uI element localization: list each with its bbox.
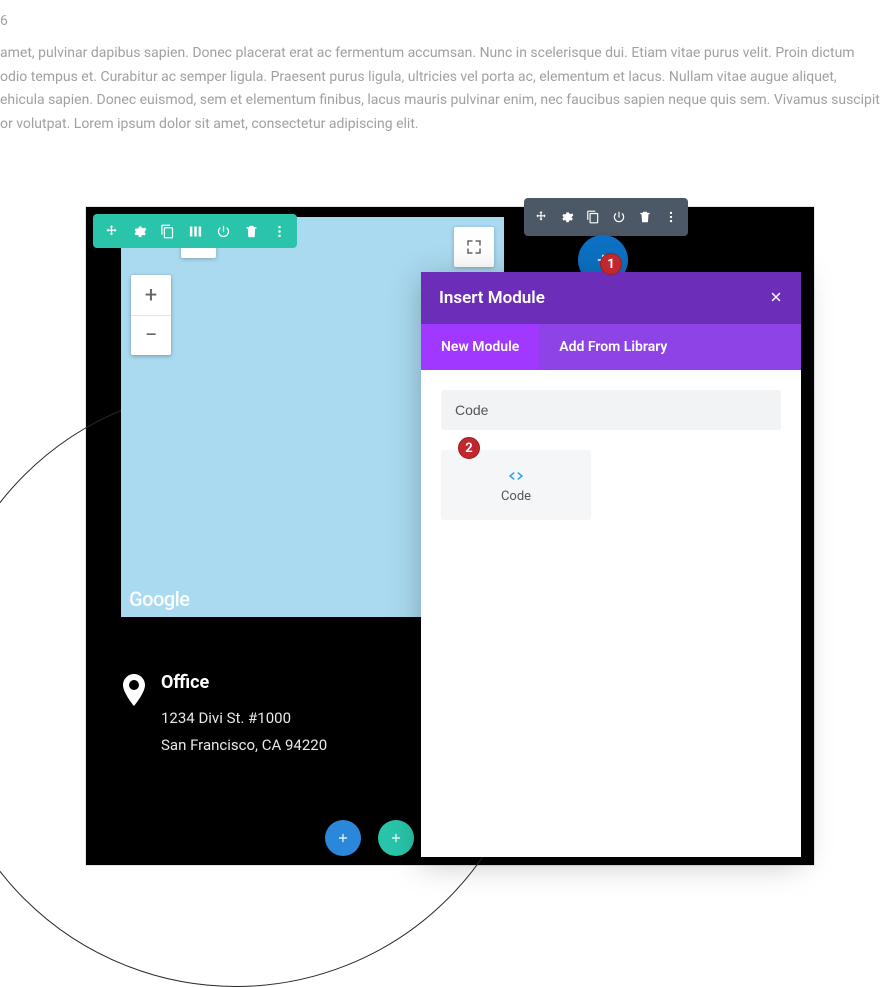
office-address-1: 1234 Divi St. #1000 (161, 705, 327, 732)
zoom-out-button[interactable]: − (131, 315, 171, 355)
map-zoom-controls: + − (131, 275, 171, 355)
gear-icon[interactable] (125, 214, 153, 248)
annotation-badge-2: 2 (458, 437, 480, 459)
office-text: Office 1234 Divi St. #1000 San Francisco… (161, 672, 327, 759)
page-top-text: 6 amet, pulvinar dapibus sapien. Donec p… (0, 0, 880, 137)
module-toolbar-dark (524, 198, 688, 236)
module-option-code[interactable]: Code (441, 450, 591, 520)
move-icon[interactable] (97, 214, 125, 248)
modal-title: Insert Module (439, 288, 545, 308)
more-icon[interactable] (265, 214, 293, 248)
code-icon (507, 467, 525, 485)
plus-icon (389, 831, 403, 845)
trash-icon[interactable] (632, 198, 658, 236)
plus-icon (336, 831, 350, 845)
gear-icon[interactable] (554, 198, 580, 236)
close-icon (769, 290, 783, 304)
google-logo: Google (129, 587, 189, 611)
page-paragraph: amet, pulvinar dapibus sapien. Donec pla… (0, 45, 880, 132)
power-icon[interactable] (606, 198, 632, 236)
zoom-in-button[interactable]: + (131, 275, 171, 315)
fullscreen-icon (465, 238, 483, 256)
more-icon[interactable] (658, 198, 684, 236)
location-pin-icon (121, 674, 147, 759)
page-number: 6 (0, 10, 880, 34)
module-option-label: Code (501, 489, 531, 504)
office-block: Office 1234 Divi St. #1000 San Francisco… (121, 672, 327, 759)
module-search-input[interactable] (441, 390, 781, 430)
modal-tabs: New Module Add From Library (421, 324, 801, 370)
columns-icon[interactable] (181, 214, 209, 248)
tab-add-from-library[interactable]: Add From Library (539, 324, 687, 370)
office-title: Office (161, 672, 327, 693)
add-row-button[interactable] (378, 820, 414, 856)
modal-header: Insert Module (421, 272, 801, 324)
duplicate-icon[interactable] (153, 214, 181, 248)
move-icon[interactable] (528, 198, 554, 236)
insert-module-modal: Insert Module New Module Add From Librar… (421, 272, 801, 857)
duplicate-icon[interactable] (580, 198, 606, 236)
trash-icon[interactable] (237, 214, 265, 248)
add-section-button[interactable] (325, 820, 361, 856)
annotation-badge-1: 1 (600, 253, 622, 275)
power-icon[interactable] (209, 214, 237, 248)
modal-close-button[interactable] (769, 288, 783, 309)
map-fullscreen-button[interactable] (454, 227, 494, 267)
module-toolbar-green (93, 214, 297, 248)
office-address-2: San Francisco, CA 94220 (161, 732, 327, 759)
tab-new-module[interactable]: New Module (421, 324, 539, 370)
